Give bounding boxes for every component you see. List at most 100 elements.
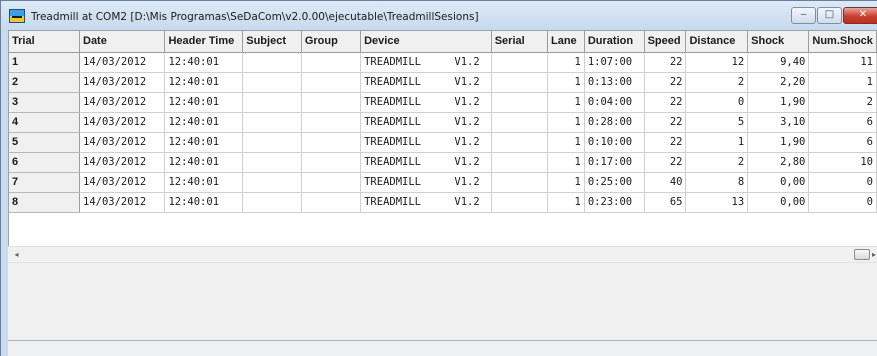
cell-shock[interactable]: 0,00 [747, 172, 810, 193]
cell-speed[interactable]: 22 [644, 92, 687, 113]
row-header-trial[interactable]: 5 [9, 132, 80, 153]
cell-subject[interactable] [242, 132, 302, 153]
cell-lane[interactable]: 1 [547, 52, 585, 73]
maximize-button[interactable]: □ [817, 7, 842, 24]
cell-subject[interactable] [242, 52, 302, 73]
cell-duration[interactable]: 1:07:00 [584, 52, 645, 73]
column-header-num-shock[interactable]: Num.Shock [808, 31, 877, 53]
cell-serial[interactable] [491, 152, 549, 173]
cell-distance[interactable]: 5 [685, 112, 749, 133]
cell-shock[interactable]: 2,80 [747, 152, 810, 173]
cell-num-shock[interactable]: 0 [808, 172, 877, 193]
cell-distance[interactable]: 1 [685, 132, 749, 153]
scroll-left-arrow-icon[interactable]: ◂ [8, 247, 25, 262]
cell-serial[interactable] [491, 112, 549, 133]
cell-lane[interactable]: 1 [547, 172, 585, 193]
close-button[interactable]: ✕ [843, 7, 877, 24]
cell-lane[interactable]: 1 [547, 112, 585, 133]
table-row[interactable]: 2 14/03/2012 12:40:01 TREADMILL V1.2 1 0:… [9, 72, 877, 93]
cell-group[interactable] [301, 92, 362, 113]
table-row[interactable]: 5 14/03/2012 12:40:01 TREADMILL V1.2 1 0:… [9, 132, 877, 153]
cell-header-time[interactable]: 12:40:01 [164, 92, 244, 113]
cell-header-time[interactable]: 12:40:01 [164, 132, 244, 153]
cell-date[interactable]: 14/03/2012 [79, 152, 166, 173]
cell-duration[interactable]: 0:13:00 [584, 72, 645, 93]
column-header-distance[interactable]: Distance [685, 31, 749, 53]
cell-num-shock[interactable]: 2 [808, 92, 877, 113]
title-bar[interactable]: Treadmill at COM2 [D:\Mis Programas\SeDa… [1, 1, 877, 31]
row-header-trial[interactable]: 8 [9, 192, 80, 213]
cell-duration[interactable]: 0:28:00 [584, 112, 645, 133]
table-row[interactable]: 8 14/03/2012 12:40:01 TREADMILL V1.2 1 0:… [9, 192, 877, 213]
cell-distance[interactable]: 12 [685, 52, 749, 73]
cell-duration[interactable]: 0:25:00 [584, 172, 645, 193]
cell-distance[interactable]: 13 [685, 192, 749, 213]
minimize-button[interactable]: ‒ [791, 7, 816, 24]
column-header-serial[interactable]: Serial [491, 31, 549, 53]
cell-lane[interactable]: 1 [547, 152, 585, 173]
cell-date[interactable]: 14/03/2012 [79, 192, 166, 213]
column-header-shock[interactable]: Shock [747, 31, 810, 53]
cell-speed[interactable]: 22 [644, 112, 687, 133]
cell-num-shock[interactable]: 11 [808, 52, 877, 73]
cell-shock[interactable]: 0,00 [747, 192, 810, 213]
column-header-lane[interactable]: Lane [547, 31, 585, 53]
row-header-trial[interactable]: 6 [9, 152, 80, 173]
column-header-duration[interactable]: Duration [584, 31, 645, 53]
table-row[interactable]: 4 14/03/2012 12:40:01 TREADMILL V1.2 1 0:… [9, 112, 877, 133]
cell-group[interactable] [301, 132, 362, 153]
cell-device[interactable]: TREADMILL V1.2 [360, 132, 492, 153]
cell-num-shock[interactable]: 0 [808, 192, 877, 213]
cell-date[interactable]: 14/03/2012 [79, 92, 166, 113]
row-header-trial[interactable]: 3 [9, 92, 80, 113]
cell-device[interactable]: TREADMILL V1.2 [360, 52, 492, 73]
cell-num-shock[interactable]: 10 [808, 152, 877, 173]
column-header-speed[interactable]: Speed [644, 31, 687, 53]
row-header-trial[interactable]: 2 [9, 72, 80, 93]
cell-subject[interactable] [242, 92, 302, 113]
cell-distance[interactable]: 8 [685, 172, 749, 193]
cell-num-shock[interactable]: 1 [808, 72, 877, 93]
cell-speed[interactable]: 22 [644, 52, 687, 73]
row-header-trial[interactable]: 4 [9, 112, 80, 133]
cell-serial[interactable] [491, 72, 549, 93]
cell-speed[interactable]: 65 [644, 192, 687, 213]
cell-subject[interactable] [242, 172, 302, 193]
cell-device[interactable]: TREADMILL V1.2 [360, 112, 492, 133]
horizontal-scrollbar[interactable]: ◂ ▸ [8, 246, 877, 263]
cell-device[interactable]: TREADMILL V1.2 [360, 192, 492, 213]
cell-header-time[interactable]: 12:40:01 [164, 152, 244, 173]
cell-header-time[interactable]: 12:40:01 [164, 72, 244, 93]
column-header-group[interactable]: Group [301, 31, 362, 53]
column-header-trial[interactable]: Trial [9, 31, 80, 53]
cell-speed[interactable]: 22 [644, 132, 687, 153]
cell-group[interactable] [301, 152, 362, 173]
cell-lane[interactable]: 1 [547, 92, 585, 113]
cell-num-shock[interactable]: 6 [808, 132, 877, 153]
cell-header-time[interactable]: 12:40:01 [164, 192, 244, 213]
cell-shock[interactable]: 1,90 [747, 92, 810, 113]
cell-speed[interactable]: 40 [644, 172, 687, 193]
cell-header-time[interactable]: 12:40:01 [164, 112, 244, 133]
cell-header-time[interactable]: 12:40:01 [164, 172, 244, 193]
cell-serial[interactable] [491, 132, 549, 153]
cell-duration[interactable]: 0:04:00 [584, 92, 645, 113]
cell-date[interactable]: 14/03/2012 [79, 112, 166, 133]
cell-device[interactable]: TREADMILL V1.2 [360, 92, 492, 113]
cell-device[interactable]: TREADMILL V1.2 [360, 72, 492, 93]
cell-serial[interactable] [491, 52, 549, 73]
cell-distance[interactable]: 0 [685, 92, 749, 113]
cell-group[interactable] [301, 112, 362, 133]
cell-date[interactable]: 14/03/2012 [79, 172, 166, 193]
cell-distance[interactable]: 2 [685, 152, 749, 173]
cell-distance[interactable]: 2 [685, 72, 749, 93]
cell-group[interactable] [301, 192, 362, 213]
cell-date[interactable]: 14/03/2012 [79, 72, 166, 93]
cell-subject[interactable] [242, 192, 302, 213]
cell-num-shock[interactable]: 6 [808, 112, 877, 133]
cell-device[interactable]: TREADMILL V1.2 [360, 172, 492, 193]
table-row[interactable]: 3 14/03/2012 12:40:01 TREADMILL V1.2 1 0:… [9, 92, 877, 113]
table-row[interactable]: 7 14/03/2012 12:40:01 TREADMILL V1.2 1 0:… [9, 172, 877, 193]
cell-date[interactable]: 14/03/2012 [79, 52, 166, 73]
cell-serial[interactable] [491, 172, 549, 193]
